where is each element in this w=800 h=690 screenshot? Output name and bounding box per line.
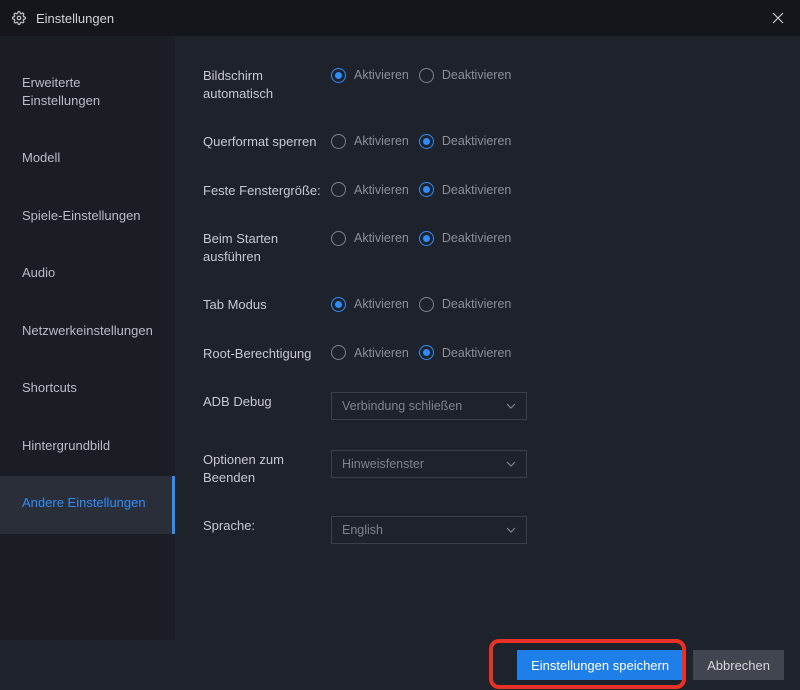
setting-row-3: Beim Starten ausführen Aktivieren Deaktivi… [203, 229, 800, 265]
radio-deactivate[interactable]: Deaktivieren [419, 231, 511, 246]
radio-label: Aktivieren [354, 297, 409, 311]
radio-activate[interactable]: Aktivieren [331, 231, 409, 246]
radio-circle [331, 297, 346, 312]
radio-circle [331, 345, 346, 360]
radio-group: Aktivieren Deaktivieren [331, 229, 531, 247]
radio-label: Deaktivieren [442, 346, 511, 360]
radio-circle [331, 68, 346, 83]
radio-label: Aktivieren [354, 231, 409, 245]
setting-row-8: Sprache: English [203, 516, 800, 544]
radio-activate[interactable]: Aktivieren [331, 297, 409, 312]
setting-row-4: Tab Modus Aktivieren Deaktivieren [203, 295, 800, 314]
setting-label: Querformat sperren [203, 132, 331, 151]
setting-row-0: Bildschirm automatisch Aktivieren Deaktivi… [203, 66, 800, 102]
radio-circle [419, 134, 434, 149]
radio-label: Aktivieren [354, 68, 409, 82]
setting-row-5: Root-Berechtigung Aktivieren Deaktivieren [203, 344, 800, 363]
radio-label: Deaktivieren [442, 68, 511, 82]
sidebar-item-0[interactable]: Erweiterte Einstellungen [0, 56, 175, 131]
chevron-down-icon [506, 527, 516, 533]
radio-group: Aktivieren Deaktivieren [331, 295, 531, 313]
radio-circle [419, 182, 434, 197]
setting-row-6: ADB Debug Verbindung schließen [203, 392, 800, 420]
save-button[interactable]: Einstellungen speichern [517, 650, 683, 680]
radio-label: Deaktivieren [442, 231, 511, 245]
setting-row-2: Feste Fenstergröße: Aktivieren Deaktiviere… [203, 181, 800, 200]
close-icon [772, 12, 784, 24]
setting-label: Bildschirm automatisch [203, 66, 331, 102]
radio-label: Aktivieren [354, 183, 409, 197]
radio-label: Aktivieren [354, 346, 409, 360]
radio-deactivate[interactable]: Deaktivieren [419, 297, 511, 312]
content-pane: Bildschirm automatisch Aktivieren Deaktivi… [175, 36, 800, 640]
sidebar-item-4[interactable]: Netzwerkeinstellungen [0, 304, 175, 362]
dropdown-7[interactable]: Hinweisfenster [331, 450, 527, 478]
dropdown-8[interactable]: English [331, 516, 527, 544]
dropdown-value: Hinweisfenster [342, 457, 424, 471]
cancel-button[interactable]: Abbrechen [693, 650, 784, 680]
radio-circle [419, 68, 434, 83]
radio-label: Deaktivieren [442, 183, 511, 197]
radio-deactivate[interactable]: Deaktivieren [419, 182, 511, 197]
setting-row-7: Optionen zum Beenden Hinweisfenster [203, 450, 800, 486]
setting-label: Beim Starten ausführen [203, 229, 331, 265]
radio-deactivate[interactable]: Deaktivieren [419, 134, 511, 149]
sidebar-item-1[interactable]: Modell [0, 131, 175, 189]
radio-circle [419, 231, 434, 246]
setting-label: Root-Berechtigung [203, 344, 331, 363]
radio-activate[interactable]: Aktivieren [331, 345, 409, 360]
radio-activate[interactable]: Aktivieren [331, 68, 409, 83]
radio-circle [331, 134, 346, 149]
radio-deactivate[interactable]: Deaktivieren [419, 68, 511, 83]
sidebar-item-7[interactable]: Andere Einstellungen [0, 476, 175, 534]
sidebar-item-2[interactable]: Spiele-Einstellungen [0, 189, 175, 247]
chevron-down-icon [506, 461, 516, 467]
sidebar-item-3[interactable]: Audio [0, 246, 175, 304]
radio-group: Aktivieren Deaktivieren [331, 66, 531, 84]
titlebar: Einstellungen [0, 0, 800, 36]
radio-deactivate[interactable]: Deaktivieren [419, 345, 511, 360]
radio-group: Aktivieren Deaktivieren [331, 181, 531, 199]
radio-label: Deaktivieren [442, 297, 511, 311]
radio-circle [331, 182, 346, 197]
radio-label: Deaktivieren [442, 134, 511, 148]
radio-circle [331, 231, 346, 246]
setting-label: Optionen zum Beenden [203, 450, 331, 486]
chevron-down-icon [506, 403, 516, 409]
radio-label: Aktivieren [354, 134, 409, 148]
dropdown-6[interactable]: Verbindung schließen [331, 392, 527, 420]
setting-label: Sprache: [203, 516, 331, 535]
sidebar-item-6[interactable]: Hintergrundbild [0, 419, 175, 477]
setting-label: Tab Modus [203, 295, 331, 314]
setting-label: Feste Fenstergröße: [203, 181, 331, 200]
close-button[interactable] [768, 8, 788, 28]
sidebar-item-5[interactable]: Shortcuts [0, 361, 175, 419]
radio-group: Aktivieren Deaktivieren [331, 344, 531, 362]
dropdown-value: English [342, 523, 383, 537]
setting-row-1: Querformat sperren Aktivieren Deaktivieren [203, 132, 800, 151]
setting-label: ADB Debug [203, 392, 331, 411]
settings-icon [12, 11, 26, 25]
radio-circle [419, 345, 434, 360]
sidebar: Erweiterte EinstellungenModellSpiele-Ein… [0, 36, 175, 640]
radio-circle [419, 297, 434, 312]
dropdown-value: Verbindung schließen [342, 399, 462, 413]
radio-group: Aktivieren Deaktivieren [331, 132, 531, 150]
window-title: Einstellungen [36, 11, 114, 26]
footer: Einstellungen speichern Abbrechen [0, 640, 800, 690]
radio-activate[interactable]: Aktivieren [331, 134, 409, 149]
radio-activate[interactable]: Aktivieren [331, 182, 409, 197]
